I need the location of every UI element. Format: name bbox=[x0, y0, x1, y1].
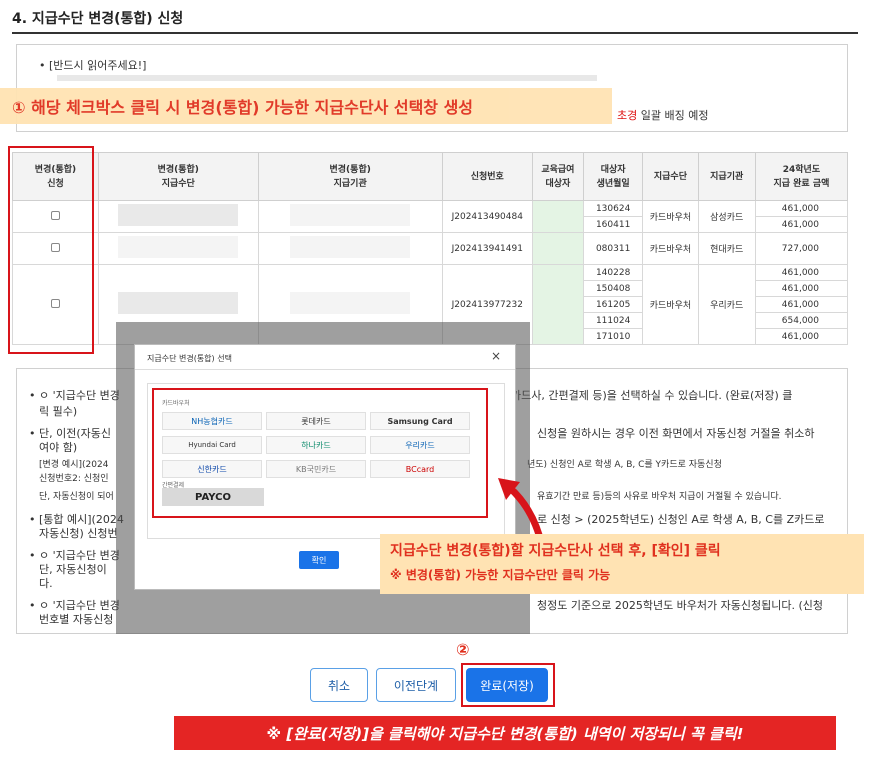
birth: 160411 bbox=[582, 216, 644, 233]
birth: 150408 bbox=[582, 280, 644, 297]
col-header-appno: 신청번호 bbox=[441, 152, 533, 201]
annotation-line2: ※ 변경(통합) 가능한 지급수단만 클릭 가능 bbox=[390, 568, 611, 582]
amount: 461,000 bbox=[754, 328, 849, 345]
bottom-banner: ※ [완료(저장)]을 클릭해야 지급수단 변경(통합) 내역이 저장되니 꼭 … bbox=[174, 716, 836, 750]
lower-line: 청정도 기준으로 2025학년도 바우처가 자동신청됩니다. (신청 bbox=[537, 599, 824, 612]
amount: 727,000 bbox=[754, 232, 849, 265]
highlight-card-options bbox=[152, 388, 488, 518]
lower-line: 신청을 원하시는 경우 이전 화면에서 자동신청 거절을 취소하 bbox=[537, 427, 815, 440]
lower-line: 신청번호2: 신청인 bbox=[39, 474, 109, 484]
lower-line: 여야 함) bbox=[39, 441, 78, 454]
annotation-confirm-hint: 지급수단 변경(통합)할 지급수단사 선택 후, [확인] 클릭 ※ 변경(통합… bbox=[380, 534, 864, 594]
birth: 171010 bbox=[582, 328, 644, 345]
annotation-line1: 지급수단 변경(통합)할 지급수단사 선택 후, [확인] 클릭 bbox=[390, 543, 721, 559]
lower-line: 유효기간 만료 등)등의 사유로 바우처 지급이 거절될 수 있습니다. bbox=[537, 492, 782, 502]
blurred-org bbox=[290, 236, 411, 258]
amount: 461,000 bbox=[754, 264, 849, 281]
blurred-method bbox=[118, 204, 239, 226]
pay-method: 카드바우처 bbox=[642, 200, 699, 233]
previous-step-button[interactable]: 이전단계 bbox=[376, 668, 456, 702]
edu-cell bbox=[531, 232, 584, 265]
cancel-button[interactable]: 취소 bbox=[310, 668, 368, 702]
section-title: 4. 지급수단 변경(통합) 신청 bbox=[12, 11, 184, 27]
col-header-org: 변경(통합) 지급기관 bbox=[257, 152, 443, 201]
table-row: J202413941491 080311 카드바우처 현대카드 727,000 bbox=[12, 232, 849, 265]
dialog-confirm-button[interactable]: 확인 bbox=[299, 551, 339, 569]
top-divider bbox=[12, 32, 858, 34]
pay-org: 현대카드 bbox=[697, 232, 756, 265]
close-icon[interactable]: × bbox=[491, 349, 501, 363]
notice-heading: • [반드시 읽어주세요!] bbox=[39, 59, 147, 72]
lower-line: 릭 필수) bbox=[39, 405, 78, 418]
col-header-payorg: 지급기관 bbox=[697, 152, 756, 201]
birth: 130624 bbox=[582, 200, 644, 217]
dialog-divider bbox=[135, 369, 515, 370]
blurred-method bbox=[118, 236, 239, 258]
lower-line: [변경 예시](2024 bbox=[39, 460, 109, 470]
amount: 654,000 bbox=[754, 312, 849, 329]
page: 4. 지급수단 변경(통합) 신청 • [반드시 읽어주세요!] 초경 일괄 배… bbox=[0, 0, 870, 757]
edu-cell bbox=[531, 264, 584, 345]
blurred-org bbox=[290, 292, 411, 314]
pay-method: 카드바우처 bbox=[642, 232, 699, 265]
lower-line: 년도) 신청인 A로 학생 A, B, C를 Y카드로 자동신청 bbox=[527, 460, 722, 470]
lower-line: 카드사, 간편결제 등)을 선택하실 수 있습니다. (완료(저장) 클 bbox=[511, 389, 793, 402]
col-header-amount: 24학년도 지급 완료 금액 bbox=[754, 152, 849, 201]
birth: 111024 bbox=[582, 312, 644, 329]
col-header-method: 변경(통합) 지급수단 bbox=[97, 152, 259, 201]
notice-tail-text: 일괄 배징 예정 bbox=[637, 109, 709, 122]
highlight-save-button bbox=[461, 663, 555, 707]
pay-method: 카드바우처 bbox=[642, 264, 699, 345]
col-header-birth: 대상자 생년월일 bbox=[582, 152, 644, 201]
highlight-checkbox-column bbox=[8, 146, 94, 354]
annotation-checkbox-hint: ① 해당 체크박스 클릭 시 변경(통합) 가능한 지급수단사 선택창 생성 bbox=[0, 88, 612, 124]
pay-org: 우리카드 bbox=[697, 264, 756, 345]
edu-cell bbox=[531, 200, 584, 233]
amount: 461,000 bbox=[754, 200, 849, 217]
lower-line: 다. bbox=[39, 577, 53, 590]
notice-blur bbox=[57, 75, 597, 81]
lower-line: 자동신청) 신청번 bbox=[39, 527, 118, 540]
birth: 140228 bbox=[582, 264, 644, 281]
lower-line: 로 신청 > (2025학년도) 신청인 A로 학생 A, B, C를 Z카드로 bbox=[537, 513, 825, 526]
amount: 461,000 bbox=[754, 216, 849, 233]
pay-org: 삼성카드 bbox=[697, 200, 756, 233]
dialog-title: 지급수단 변경(통합) 선택 bbox=[147, 354, 232, 363]
blurred-org bbox=[290, 204, 411, 226]
col-header-paymethod: 지급수단 bbox=[642, 152, 699, 201]
amount: 461,000 bbox=[754, 280, 849, 297]
blurred-method bbox=[118, 292, 239, 314]
notice-red-text: 초경 bbox=[617, 109, 638, 122]
step-number: ② bbox=[456, 640, 470, 659]
table-row: J202413490484 130624 카드바우처 삼성카드 461,000 bbox=[12, 200, 849, 233]
lower-line: 단, 자동신청이 되어 bbox=[39, 492, 114, 502]
table-row: J202413977232 140228 카드바우처 우리카드 461,000 bbox=[12, 264, 849, 345]
col-header-edu: 교육급여 대상자 bbox=[531, 152, 584, 201]
app-no: J202413941491 bbox=[441, 232, 533, 265]
lower-line: 번호별 자동신청 bbox=[39, 613, 114, 626]
lower-line: • ㅇ '지급수단 변경 bbox=[29, 389, 120, 402]
notice-tail: 초경 일괄 배징 예정 bbox=[617, 107, 708, 123]
birth: 080311 bbox=[582, 232, 644, 265]
amount: 461,000 bbox=[754, 296, 849, 313]
birth: 161205 bbox=[582, 296, 644, 313]
app-no: J202413490484 bbox=[441, 200, 533, 233]
application-table: 변경(통합) 신청 변경(통합) 지급수단 변경(통합) 지급기관 신청번호 교육급여… bbox=[12, 152, 849, 345]
